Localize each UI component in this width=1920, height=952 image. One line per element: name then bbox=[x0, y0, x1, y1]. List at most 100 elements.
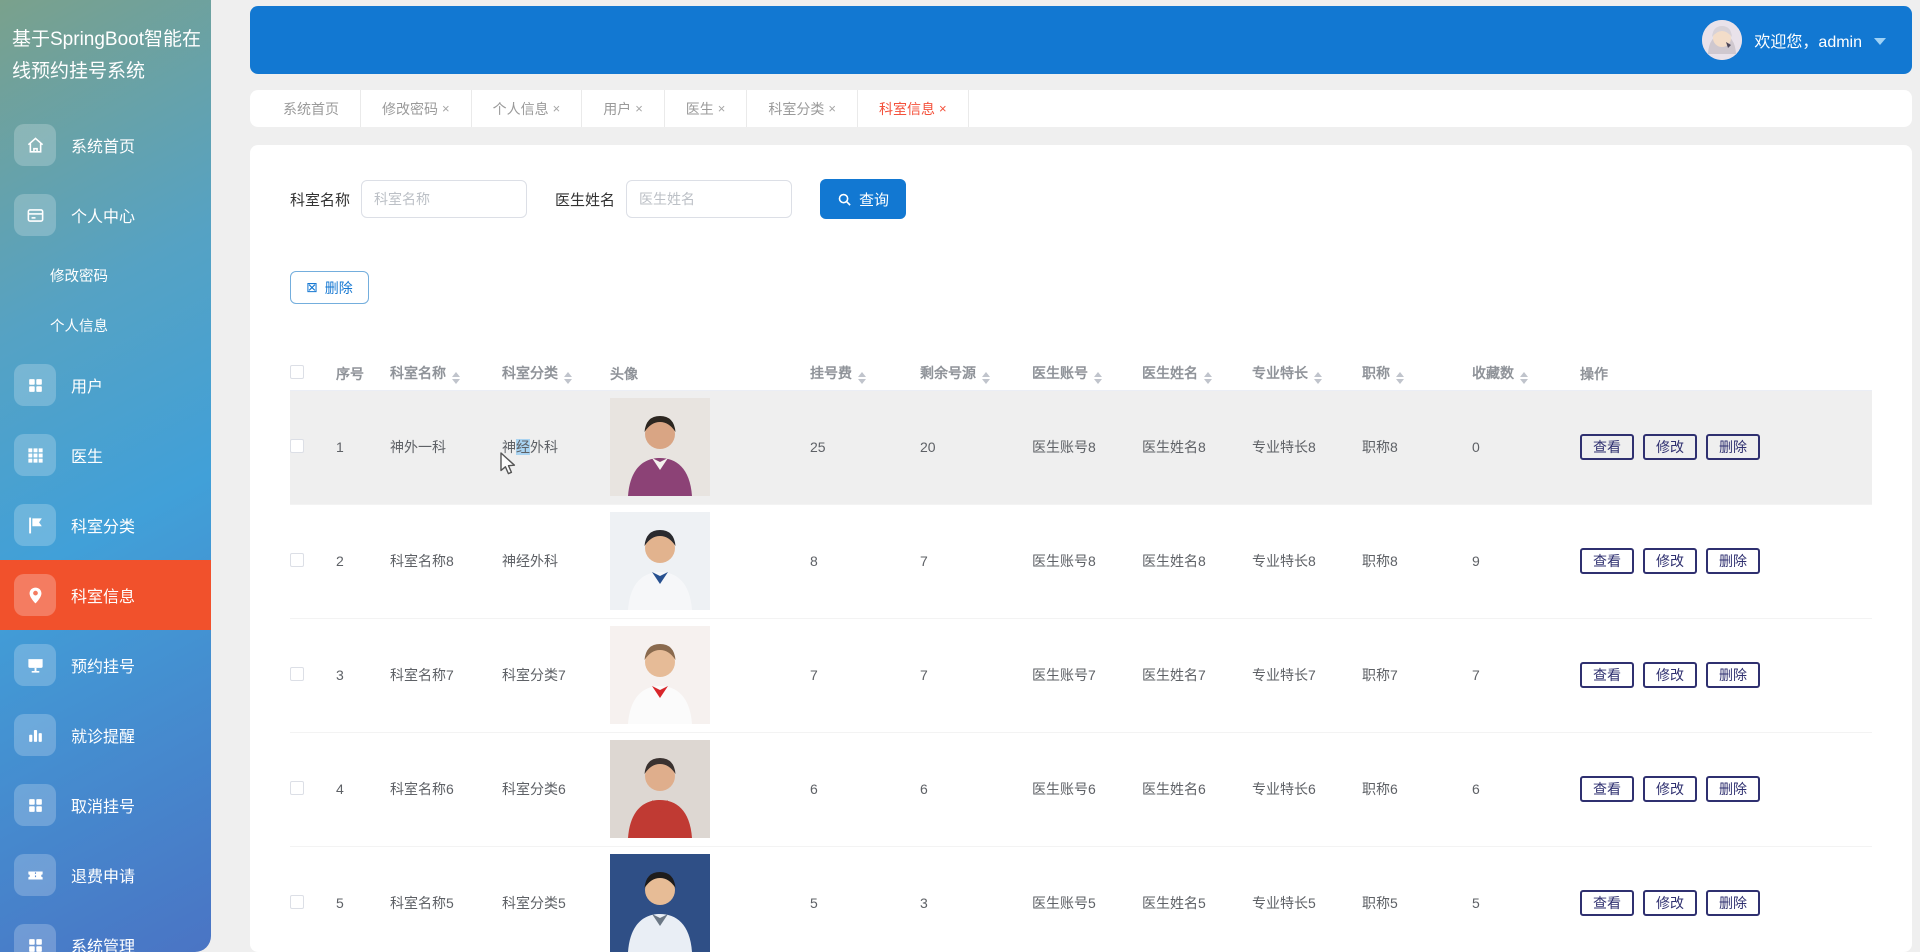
doctor-account-cell: 医生账号6 bbox=[1032, 732, 1142, 846]
close-icon[interactable]: × bbox=[442, 101, 450, 116]
remaining-cell: 7 bbox=[920, 618, 1032, 732]
remaining-cell: 3 bbox=[920, 846, 1032, 952]
row-checkbox-cell bbox=[290, 504, 336, 618]
view-button[interactable]: 查看 bbox=[1580, 548, 1634, 574]
tab-dept-category[interactable]: 科室分类× bbox=[747, 90, 858, 127]
sidebar-subitem-change-password[interactable]: 修改密码 bbox=[0, 250, 211, 300]
view-button[interactable]: 查看 bbox=[1580, 890, 1634, 916]
actions-cell: 查看修改删除 bbox=[1580, 732, 1872, 846]
seq-cell: 3 bbox=[336, 618, 390, 732]
seq-cell: 2 bbox=[336, 504, 390, 618]
tab-label: 修改密码 bbox=[382, 99, 438, 119]
tab-label: 系统首页 bbox=[283, 99, 339, 119]
sidebar-item-system-management[interactable]: 系统管理 bbox=[0, 910, 211, 952]
sidebar-item-visit-reminder[interactable]: 就诊提醒 bbox=[0, 700, 211, 770]
page: 基于SpringBoot智能在线预约挂号系统 系统首页个人中心修改密码个人信息用… bbox=[0, 0, 1920, 952]
selected-text: 经 bbox=[516, 439, 530, 455]
column-header: 医生姓名 bbox=[1142, 358, 1252, 390]
search-icon bbox=[837, 192, 852, 207]
view-button[interactable]: 查看 bbox=[1580, 776, 1634, 802]
row-checkbox[interactable] bbox=[290, 553, 304, 567]
avatar-cell bbox=[610, 390, 810, 504]
column-label: 职称 bbox=[1362, 365, 1390, 381]
edit-button[interactable]: 修改 bbox=[1643, 776, 1697, 802]
department-table: 序号科室名称科室分类头像挂号费剩余号源医生账号医生姓名专业特长职称收藏数操作 1… bbox=[290, 358, 1872, 952]
column-header: 头像 bbox=[610, 358, 810, 390]
edit-button[interactable]: 修改 bbox=[1643, 662, 1697, 688]
view-button[interactable]: 查看 bbox=[1580, 662, 1634, 688]
delete-button[interactable]: 删除 bbox=[1706, 434, 1760, 460]
row-checkbox[interactable] bbox=[290, 667, 304, 681]
row-checkbox[interactable] bbox=[290, 781, 304, 795]
tab-home[interactable]: 系统首页 bbox=[262, 90, 361, 127]
close-icon[interactable]: × bbox=[718, 101, 726, 116]
column-label: 科室名称 bbox=[390, 365, 446, 381]
view-button[interactable]: 查看 bbox=[1580, 434, 1634, 460]
edit-button[interactable]: 修改 bbox=[1643, 890, 1697, 916]
close-icon[interactable]: × bbox=[635, 101, 643, 116]
close-icon[interactable]: × bbox=[553, 101, 561, 116]
delete-button[interactable]: 删除 bbox=[1706, 890, 1760, 916]
sidebar-subitem-personal-info[interactable]: 个人信息 bbox=[0, 300, 211, 350]
fee-cell: 8 bbox=[810, 504, 920, 618]
column-header: 挂号费 bbox=[810, 358, 920, 390]
actions-cell: 查看修改删除 bbox=[1580, 618, 1872, 732]
tab-users[interactable]: 用户 × bbox=[582, 90, 665, 127]
title-cell: 职称8 bbox=[1362, 390, 1472, 504]
doctor-account-cell: 医生账号7 bbox=[1032, 618, 1142, 732]
sort-caret-icon[interactable] bbox=[1396, 372, 1404, 384]
sidebar-item-users[interactable]: 用户 bbox=[0, 350, 211, 420]
bulk-delete-button[interactable]: ⊠ 删除 bbox=[290, 271, 369, 304]
sort-caret-icon[interactable] bbox=[564, 372, 572, 384]
close-icon[interactable]: × bbox=[939, 101, 947, 116]
select-all-checkbox[interactable] bbox=[290, 365, 304, 379]
actions-cell: 查看修改删除 bbox=[1580, 846, 1872, 952]
sidebar-item-label: 个人中心 bbox=[71, 203, 135, 227]
sidebar-item-personal-center[interactable]: 个人中心 bbox=[0, 180, 211, 250]
dept-name-input[interactable] bbox=[361, 180, 527, 218]
sort-caret-icon[interactable] bbox=[1314, 372, 1322, 384]
tab-change-password[interactable]: 修改密码 × bbox=[361, 90, 472, 127]
tab-label: 医生 bbox=[686, 99, 714, 119]
doctor-name-cell: 医生姓名8 bbox=[1142, 504, 1252, 618]
tab-dept-info[interactable]: 科室信息× bbox=[858, 90, 969, 127]
delete-button[interactable]: 删除 bbox=[1706, 776, 1760, 802]
avatar-cell bbox=[610, 504, 810, 618]
sort-caret-icon[interactable] bbox=[452, 372, 460, 384]
sort-caret-icon[interactable] bbox=[1094, 372, 1102, 384]
row-checkbox[interactable] bbox=[290, 895, 304, 909]
close-icon[interactable]: × bbox=[828, 101, 836, 116]
query-button[interactable]: 查询 bbox=[820, 179, 906, 219]
user-menu[interactable]: 欢迎您，admin bbox=[1702, 20, 1886, 60]
sidebar-item-dept-category[interactable]: 科室分类 bbox=[0, 490, 211, 560]
sidebar-item-refund-request[interactable]: 退费申请 bbox=[0, 840, 211, 910]
title-cell: 职称6 bbox=[1362, 732, 1472, 846]
favorites-cell: 7 bbox=[1472, 618, 1580, 732]
delete-button[interactable]: 删除 bbox=[1706, 548, 1760, 574]
title-cell: 职称7 bbox=[1362, 618, 1472, 732]
sidebar-item-cancel-appointment[interactable]: 取消挂号 bbox=[0, 770, 211, 840]
sort-caret-icon[interactable] bbox=[858, 372, 866, 384]
tab-doctors[interactable]: 医生 × bbox=[665, 90, 748, 127]
doctor-name-input[interactable] bbox=[626, 180, 792, 218]
app-title: 基于SpringBoot智能在线预约挂号系统 bbox=[0, 0, 211, 88]
doctor-name-cell: 医生姓名7 bbox=[1142, 618, 1252, 732]
edit-button[interactable]: 修改 bbox=[1643, 548, 1697, 574]
tab-personal-info[interactable]: 个人信息× bbox=[472, 90, 583, 127]
dept-name-cell: 神外一科 bbox=[390, 390, 502, 504]
sidebar-item-doctors[interactable]: 医生 bbox=[0, 420, 211, 490]
row-checkbox[interactable] bbox=[290, 439, 304, 453]
edit-button[interactable]: 修改 bbox=[1643, 434, 1697, 460]
column-header: 科室分类 bbox=[502, 358, 610, 390]
tab-bar: 系统首页修改密码×个人信息×用户×医生×科室分类×科室信息× bbox=[250, 90, 1912, 127]
sidebar-item-dept-info[interactable]: 科室信息 bbox=[0, 560, 211, 630]
sidebar-item-appointment[interactable]: 预约挂号 bbox=[0, 630, 211, 700]
sort-caret-icon[interactable] bbox=[1204, 372, 1212, 384]
sidebar-item-home[interactable]: 系统首页 bbox=[0, 110, 211, 180]
sort-caret-icon[interactable] bbox=[982, 372, 990, 384]
sort-caret-icon[interactable] bbox=[1520, 372, 1528, 384]
tab-label: 用户 bbox=[603, 99, 631, 119]
ticket-icon bbox=[14, 854, 56, 896]
delete-button[interactable]: 删除 bbox=[1706, 662, 1760, 688]
sidebar-item-label: 医生 bbox=[71, 443, 103, 467]
